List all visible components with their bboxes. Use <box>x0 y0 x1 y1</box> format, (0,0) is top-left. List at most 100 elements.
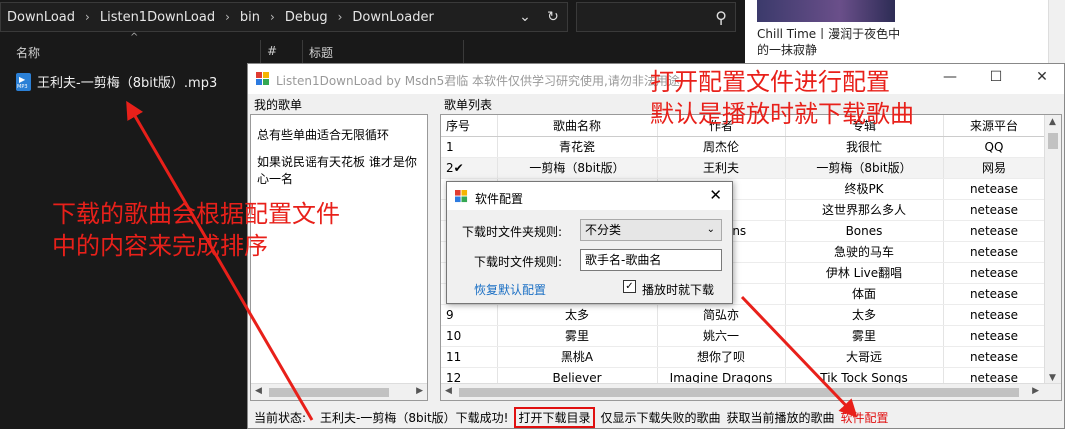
chevron-right-icon: › <box>85 10 90 24</box>
table-cell: 想你了呗 <box>657 346 786 368</box>
chevron-down-icon: ⌄ <box>706 224 715 235</box>
open-download-dir-link[interactable]: 打开下载目录 <box>514 406 595 428</box>
status-bar: 当前状态: 王利夫-一剪梅（8bit版）下载成功! 打开下载目录 仅显示下载失败… <box>248 405 1064 429</box>
file-rule-input[interactable]: 歌手名-歌曲名 <box>580 249 722 271</box>
arrow-down-icon[interactable]: ▼ <box>1049 373 1056 383</box>
playlist-cover[interactable] <box>757 0 895 22</box>
breadcrumb-item[interactable]: Listen1DownLoad <box>94 10 221 25</box>
arrow-up-icon[interactable]: ▲ <box>1049 117 1056 127</box>
table-row[interactable]: 11 黑桃A 想你了呗 大哥远 netease <box>441 346 1046 368</box>
song-list-label: 歌单列表 <box>444 98 493 112</box>
table-cell: 王利夫 <box>657 157 786 179</box>
settings-dialog: 软件配置 ✕ 下载时文件夹规则: 不分类 ⌄ 下载时文件规则: 歌手名-歌曲名 … <box>446 181 733 304</box>
dialog-title-bar: 软件配置 ✕ <box>447 182 732 210</box>
dialog-title: 软件配置 <box>475 192 524 206</box>
table-cell: netease <box>943 199 1046 221</box>
table-cell: 雾里 <box>785 325 944 347</box>
column-divider <box>463 40 464 64</box>
column-divider <box>302 40 303 64</box>
maximize-icon[interactable]: ☐ <box>986 69 1006 85</box>
table-cell: 太多 <box>785 304 944 326</box>
minimize-icon[interactable]: — <box>940 69 960 85</box>
file-rule-label: 下载时文件规则: <box>474 255 563 269</box>
address-bar[interactable]: DownLoad › Listen1DownLoad › bin › Debug… <box>0 2 568 32</box>
chevron-right-icon: › <box>337 10 343 24</box>
table-cell: Bones <box>785 220 944 242</box>
mp3-file-icon: ▶ MP3 <box>16 72 31 91</box>
vertical-scrollbar[interactable]: ▲ ▼ <box>1044 115 1061 385</box>
breadcrumb-item[interactable]: DownLoader <box>346 10 439 25</box>
app-icon <box>256 72 269 85</box>
restore-default-link[interactable]: 恢复默认配置 <box>474 281 546 298</box>
table-cell: 9 <box>441 304 498 326</box>
table-cell: 姚六一 <box>657 325 786 347</box>
file-name: 王利夫-一剪梅（8bit版）.mp3 <box>37 76 218 91</box>
scroll-thumb[interactable] <box>269 388 389 397</box>
annotation-line: 中的内容来完成排序 <box>52 232 268 260</box>
table-cell: 终极PK <box>785 178 944 200</box>
table-cell: 周杰伦 <box>657 136 786 158</box>
list-item[interactable]: 如果说民谣有天花板 谁才是你心一名 <box>251 154 429 188</box>
table-cell: 伊林 Live翻唱 <box>785 262 944 284</box>
close-icon[interactable]: ✕ <box>709 186 722 204</box>
scroll-thumb[interactable] <box>459 388 1019 397</box>
horizontal-scrollbar[interactable]: ◀ ▶ <box>251 383 427 400</box>
breadcrumb-item[interactable]: bin <box>234 10 266 25</box>
folder-rule-select[interactable]: 不分类 ⌄ <box>580 219 722 241</box>
table-cell: 这世界那么多人 <box>785 199 944 221</box>
settings-link[interactable]: 软件配置 <box>841 409 889 426</box>
annotation-line: 打开配置文件进行配置 <box>650 68 890 96</box>
list-item[interactable]: 总有些单曲适合无限循环 <box>251 127 427 144</box>
table-cell: 大哥远 <box>785 346 944 368</box>
column-header[interactable]: 歌曲名称 <box>497 115 658 137</box>
column-title[interactable]: 标题 <box>309 44 333 61</box>
table-cell: 简弘亦 <box>657 304 786 326</box>
annotation-left: 下载的歌曲会根据配置文件 中的内容来完成排序 <box>52 198 340 262</box>
status-message: 王利夫-一剪梅（8bit版）下载成功! <box>320 410 509 425</box>
table-cell: netease <box>943 283 1046 305</box>
breadcrumb-item[interactable]: Debug <box>279 10 334 25</box>
table-cell: 黑桃A <box>497 346 658 368</box>
list-item[interactable]: ▶ MP3 王利夫-一剪梅（8bit版）.mp3 <box>16 72 217 91</box>
table-cell: 2✔ <box>441 157 498 179</box>
folder-rule-label: 下载时文件夹规则: <box>462 225 563 239</box>
table-cell: netease <box>943 178 1046 200</box>
chevron-down-icon[interactable]: ⌄ <box>511 9 539 25</box>
annotation-right: 打开配置文件进行配置 默认是播放时就下载歌曲 <box>650 66 914 130</box>
search-input[interactable]: ⚲ <box>576 2 736 32</box>
playlist-caption[interactable]: Chill Time丨漫润于夜色中的一抹寂静 <box>757 26 907 58</box>
arrow-right-icon[interactable]: ▶ <box>1032 386 1039 396</box>
folder-rule-value: 不分类 <box>585 223 622 237</box>
app-icon <box>455 190 468 203</box>
search-icon: ⚲ <box>715 8 727 27</box>
table-cell: 太多 <box>497 304 658 326</box>
column-header[interactable]: 来源平台 <box>943 115 1046 137</box>
horizontal-scrollbar[interactable]: ◀ ▶ <box>441 383 1061 400</box>
table-row[interactable]: 9 太多 简弘亦 太多 netease <box>441 304 1046 326</box>
close-icon[interactable]: ✕ <box>1032 69 1052 85</box>
table-row[interactable]: 2✔ 一剪梅（8bit版） 王利夫 一剪梅（8bit版） 网易 <box>441 157 1046 179</box>
arrow-left-icon[interactable]: ◀ <box>255 386 262 396</box>
get-playing-link[interactable]: 获取当前播放的歌曲 <box>727 409 835 426</box>
scrollbar[interactable] <box>1048 0 1065 68</box>
table-cell: netease <box>943 262 1046 284</box>
column-name[interactable]: 名称 <box>16 44 40 61</box>
download-on-play-checkbox[interactable]: ✓ <box>623 280 636 293</box>
arrow-right-icon[interactable]: ▶ <box>416 386 423 396</box>
breadcrumb-item[interactable]: DownLoad <box>1 10 81 25</box>
table-cell: QQ <box>943 136 1046 158</box>
scroll-thumb[interactable] <box>1048 133 1058 149</box>
arrow-left-icon[interactable]: ◀ <box>445 386 452 396</box>
table-row[interactable]: 10 雾里 姚六一 雾里 netease <box>441 325 1046 347</box>
column-header[interactable]: 序号 <box>441 115 498 137</box>
download-on-play-label[interactable]: 播放时就下载 <box>642 281 714 298</box>
refresh-icon[interactable]: ↻ <box>539 9 567 25</box>
table-cell: 急驶的马车 <box>785 241 944 263</box>
column-number[interactable]: # <box>267 44 277 58</box>
table-cell: 11 <box>441 346 498 368</box>
table-row[interactable]: 1 青花瓷 周杰伦 我很忙 QQ <box>441 136 1046 158</box>
table-cell: 网易 <box>943 157 1046 179</box>
show-failed-link[interactable]: 仅显示下载失败的歌曲 <box>601 409 721 426</box>
column-divider <box>260 40 261 64</box>
status-label: 当前状态: <box>254 410 307 425</box>
